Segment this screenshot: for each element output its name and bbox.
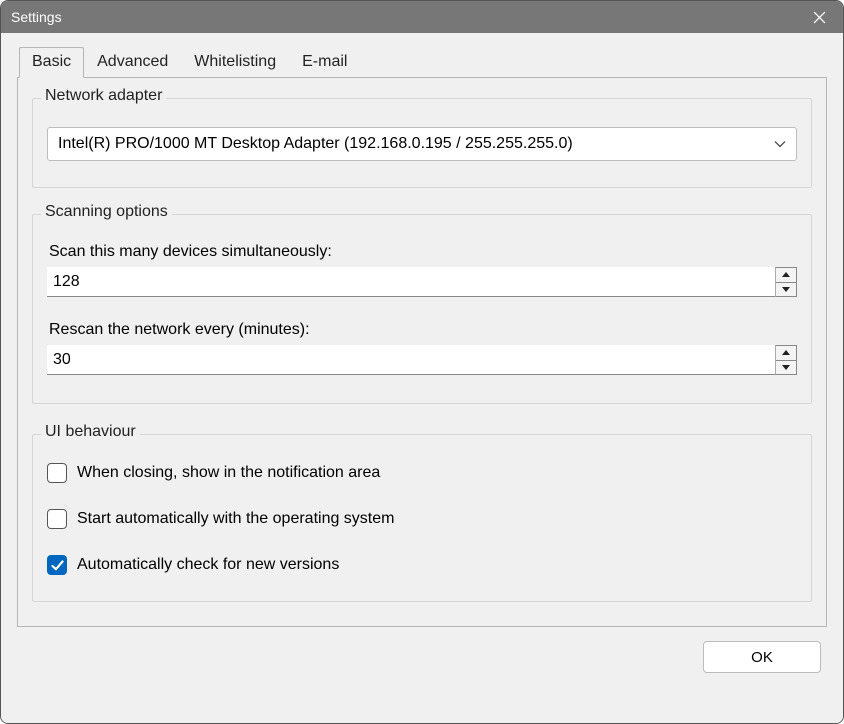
rescan-label: Rescan the network every (minutes): bbox=[49, 321, 797, 339]
check-icon bbox=[51, 560, 64, 571]
update-checkbox-label: Automatically check for new versions bbox=[77, 556, 339, 574]
group-ui-behaviour: UI behaviour When closing, show in the n… bbox=[32, 434, 812, 602]
tabstrip: Basic Advanced Whitelisting E-mail bbox=[19, 47, 827, 77]
group-legend-scanning: Scanning options bbox=[41, 203, 172, 221]
chevron-down-icon bbox=[774, 135, 786, 153]
simultaneous-label: Scan this many devices simultaneously: bbox=[49, 243, 797, 261]
rescan-spin-up[interactable] bbox=[776, 346, 796, 361]
tab-email[interactable]: E-mail bbox=[289, 47, 360, 77]
triangle-up-icon bbox=[782, 272, 790, 277]
dialog-button-row: OK bbox=[17, 627, 827, 673]
simultaneous-input[interactable] bbox=[47, 267, 775, 297]
group-legend-network-adapter: Network adapter bbox=[41, 87, 166, 105]
update-checkbox[interactable] bbox=[47, 555, 67, 575]
simultaneous-spin-buttons bbox=[775, 267, 797, 297]
close-button[interactable] bbox=[805, 3, 833, 31]
network-adapter-value: Intel(R) PRO/1000 MT Desktop Adapter (19… bbox=[58, 135, 573, 153]
simultaneous-spin-up[interactable] bbox=[776, 268, 796, 283]
autostart-checkbox-label: Start automatically with the operating s… bbox=[77, 510, 394, 528]
titlebar: Settings bbox=[1, 1, 843, 33]
rescan-spin-buttons bbox=[775, 345, 797, 375]
tab-whitelisting[interactable]: Whitelisting bbox=[181, 47, 289, 77]
triangle-up-icon bbox=[782, 350, 790, 355]
tab-basic[interactable]: Basic bbox=[19, 47, 84, 78]
network-adapter-select[interactable]: Intel(R) PRO/1000 MT Desktop Adapter (19… bbox=[47, 127, 797, 161]
autostart-checkbox-row[interactable]: Start automatically with the operating s… bbox=[47, 509, 797, 529]
tab-advanced[interactable]: Advanced bbox=[84, 47, 181, 77]
simultaneous-spin-down[interactable] bbox=[776, 283, 796, 297]
tray-checkbox-row[interactable]: When closing, show in the notification a… bbox=[47, 463, 797, 483]
triangle-down-icon bbox=[782, 365, 790, 370]
autostart-checkbox[interactable] bbox=[47, 509, 67, 529]
ok-button[interactable]: OK bbox=[703, 641, 821, 673]
simultaneous-spinner bbox=[47, 267, 797, 297]
triangle-down-icon bbox=[782, 287, 790, 292]
rescan-spinner bbox=[47, 345, 797, 375]
group-network-adapter: Network adapter Intel(R) PRO/1000 MT Des… bbox=[32, 98, 812, 188]
rescan-spin-down[interactable] bbox=[776, 361, 796, 375]
window-title: Settings bbox=[11, 9, 62, 25]
tray-checkbox[interactable] bbox=[47, 463, 67, 483]
settings-window: Settings Basic Advanced Whitelisting E-m… bbox=[0, 0, 844, 724]
tab-panel-basic: Network adapter Intel(R) PRO/1000 MT Des… bbox=[17, 77, 827, 627]
close-icon bbox=[813, 11, 826, 24]
group-legend-ui-behaviour: UI behaviour bbox=[41, 423, 140, 441]
update-checkbox-row[interactable]: Automatically check for new versions bbox=[47, 555, 797, 575]
tray-checkbox-label: When closing, show in the notification a… bbox=[77, 464, 380, 482]
client-area: Basic Advanced Whitelisting E-mail Netwo… bbox=[1, 33, 843, 723]
rescan-input[interactable] bbox=[47, 345, 775, 375]
group-scanning-options: Scanning options Scan this many devices … bbox=[32, 214, 812, 404]
